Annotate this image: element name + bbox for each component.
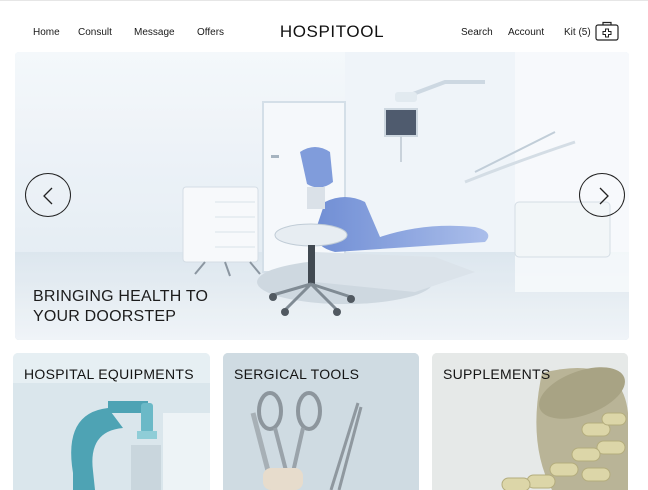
site-header: Home Consult Message Offers HOSPITOOL Se… bbox=[0, 0, 648, 52]
kit-link[interactable]: Kit (5) bbox=[564, 27, 591, 38]
hero-banner: BRINGING HEALTH TO YOUR DOORSTEP bbox=[15, 52, 629, 340]
medical-kit-icon[interactable] bbox=[595, 20, 619, 41]
category-card-supplements[interactable]: SUPPLEMENTS bbox=[432, 353, 628, 490]
category-card-hospital-equipments[interactable]: HOSPITAL EQUIPMENTS bbox=[13, 353, 210, 490]
card-title: SERGICAL TOOLS bbox=[234, 366, 360, 382]
search-link[interactable]: Search bbox=[461, 27, 493, 38]
card-title: SUPPLEMENTS bbox=[443, 366, 551, 382]
category-card-sergical-tools[interactable]: SERGICAL TOOLS bbox=[223, 353, 419, 490]
prev-slide-button[interactable] bbox=[25, 173, 71, 217]
next-slide-button[interactable] bbox=[579, 173, 625, 217]
chevron-left-icon bbox=[43, 187, 53, 205]
account-link[interactable]: Account bbox=[508, 27, 544, 38]
hero-caption: BRINGING HEALTH TO YOUR DOORSTEP bbox=[33, 288, 209, 325]
brand-logo[interactable]: HOSPITOOL bbox=[0, 22, 648, 42]
card-title: HOSPITAL EQUIPMENTS bbox=[24, 366, 194, 382]
chevron-right-icon bbox=[599, 187, 609, 205]
